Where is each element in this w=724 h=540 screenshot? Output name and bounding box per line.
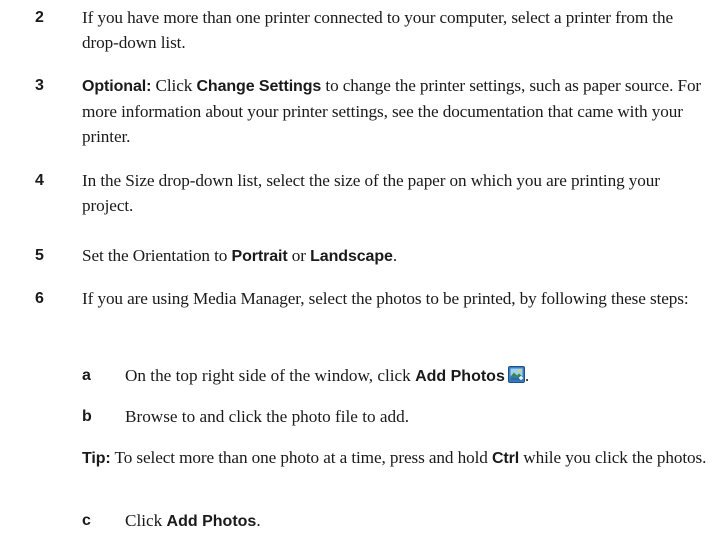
step-number: 5 (35, 247, 44, 264)
substep-letter: c (82, 512, 91, 529)
substep-text: On the top right side of the window, cli… (125, 366, 530, 385)
step-text: If you are using Media Manager, select t… (82, 289, 689, 308)
step-number: 4 (35, 172, 44, 189)
tip-label: Tip: (82, 450, 111, 467)
add-photos-ref: Add Photos (415, 368, 505, 385)
add-photos-ref: Add Photos (166, 513, 257, 530)
step-number: 6 (35, 290, 44, 307)
substep-letter: b (82, 408, 92, 425)
step-number: 2 (35, 9, 44, 26)
change-settings-ref: Change Settings (196, 78, 322, 95)
step-number: 3 (35, 77, 44, 94)
landscape-ref: Landscape (310, 248, 393, 265)
substep-text: Browse to and click the photo file to ad… (125, 407, 410, 426)
add-photos-icon (507, 366, 525, 383)
ctrl-key-ref: Ctrl (491, 450, 520, 467)
instruction-page: 2 If you have more than one printer conn… (0, 0, 724, 540)
optional-label: Optional: (82, 78, 152, 95)
portrait-ref: Portrait (231, 248, 288, 265)
tip-text: Tip: To select more than one photo at a … (82, 448, 707, 467)
step-text: Set the Orientation to Portrait or Lands… (82, 246, 398, 265)
step-text: In the Size drop-down list, select the s… (82, 171, 660, 215)
substep-letter: a (82, 367, 91, 384)
step-text: Optional: Click Change Settings to chang… (82, 76, 702, 146)
step-text: If you have more than one printer connec… (82, 8, 673, 52)
substep-text: Click Add Photos. (125, 511, 261, 530)
